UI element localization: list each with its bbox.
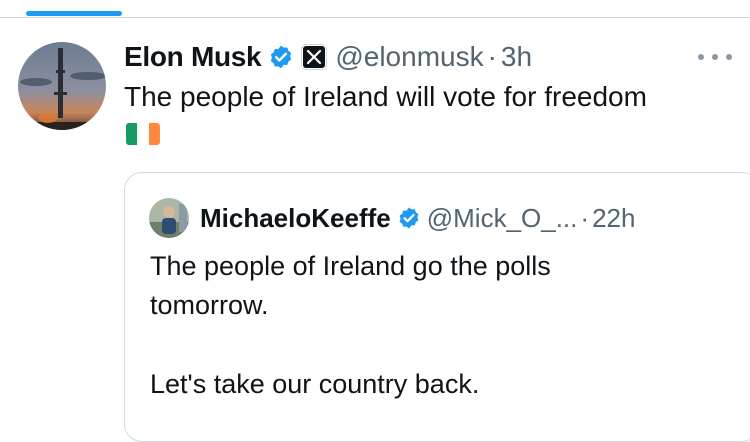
- author-handle[interactable]: @elonmusk: [335, 41, 483, 73]
- quoted-author-handle[interactable]: @Mick_O_...: [427, 203, 578, 234]
- top-divider: [0, 17, 750, 18]
- quoted-tweet-text-line2: Let's take our country back.: [150, 369, 480, 399]
- quoted-tweet-header: MichaeloKeeffe @Mick_O_... · 22h: [200, 199, 635, 237]
- verified-badge-icon: [397, 206, 421, 230]
- more-options-icon[interactable]: [698, 48, 732, 66]
- separator-dot: ·: [487, 41, 497, 72]
- author-avatar[interactable]: [18, 42, 106, 130]
- irish-flag-icon: [126, 123, 160, 145]
- author-name[interactable]: Elon Musk: [124, 41, 262, 73]
- tweet-text: The people of Ireland will vote for free…: [124, 81, 647, 112]
- separator-dot: ·: [580, 202, 590, 233]
- tweet-timestamp[interactable]: 3h: [501, 41, 532, 73]
- quoted-timestamp[interactable]: 22h: [592, 203, 635, 234]
- active-tab-indicator: [26, 11, 122, 16]
- verified-badge-icon: [268, 44, 294, 70]
- quoted-author-name[interactable]: MichaeloKeeffe: [200, 203, 391, 234]
- tweet-header: Elon Musk @elonmusk · 3h: [124, 40, 532, 74]
- x-affiliation-icon: [301, 44, 328, 70]
- quoted-author-avatar[interactable]: [149, 198, 189, 238]
- quoted-tweet-text: The people of Ireland go the polls tomor…: [150, 251, 551, 320]
